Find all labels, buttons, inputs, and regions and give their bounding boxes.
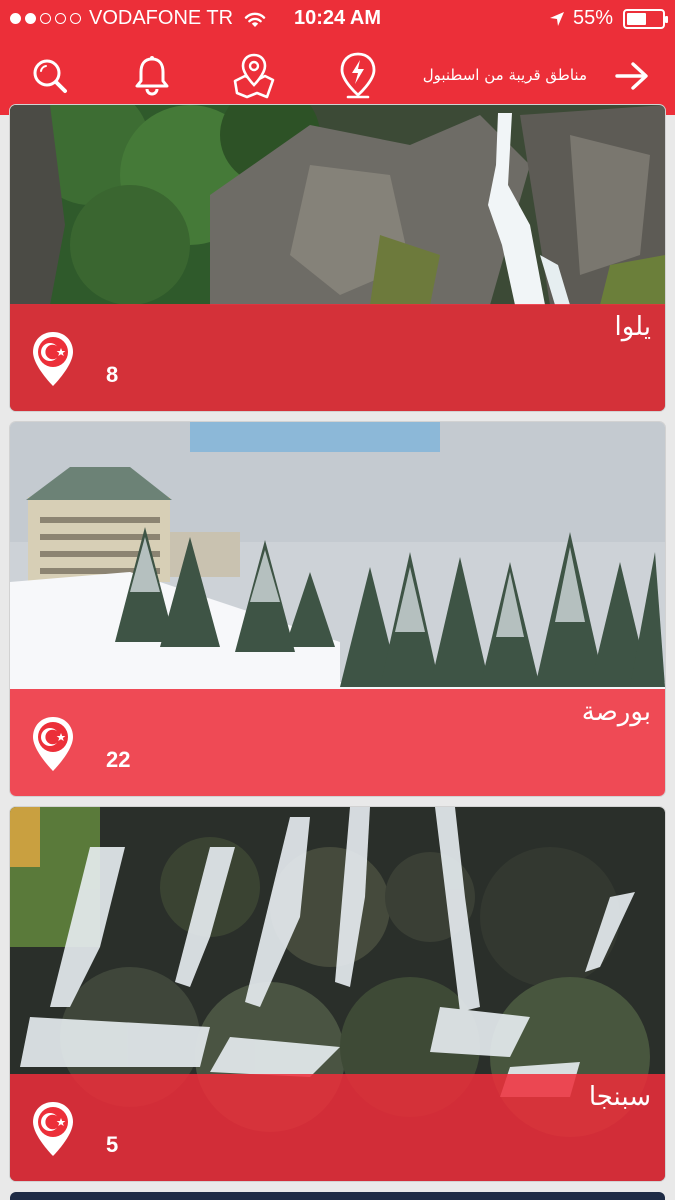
top-bar: VODAFONE TR 10:24 AM 55% مناطق قريبة من … [0, 0, 675, 115]
notifications-button[interactable] [124, 48, 180, 104]
next-place-card-peek[interactable] [10, 1192, 665, 1200]
place-card[interactable]: سبنجا 5 [10, 807, 665, 1181]
nearby-button[interactable] [330, 48, 386, 104]
place-name: سبنجا [588, 1082, 651, 1112]
place-name: يلوا [614, 312, 652, 342]
arrow-right-icon [615, 62, 648, 90]
place-info-band: يلوا 8 [10, 304, 665, 411]
status-right: 55% [549, 7, 668, 30]
turkey-pin-icon [33, 1102, 73, 1156]
place-count: 5 [106, 1132, 119, 1157]
location-arrow-icon [549, 11, 564, 26]
search-icon [33, 59, 67, 93]
status-bar: VODAFONE TR 10:24 AM 55% [0, 0, 675, 38]
back-button[interactable] [604, 48, 660, 104]
map-pin-icon [233, 53, 275, 99]
places-list: يلوا 8 بورصة 22 سبنجا 5 [0, 105, 675, 1200]
battery-fill [627, 12, 646, 25]
place-count: 22 [106, 747, 131, 772]
search-button[interactable] [22, 48, 78, 104]
place-card[interactable]: بورصة 22 [10, 422, 665, 796]
battery-percent: 55% [572, 7, 613, 29]
place-name: بورصة [581, 697, 651, 727]
place-count: 8 [106, 362, 119, 387]
place-card[interactable]: يلوا 8 [10, 105, 665, 411]
turkey-pin-icon [33, 332, 73, 386]
map-button[interactable] [226, 48, 282, 104]
turkey-pin-icon [33, 717, 73, 771]
bolt-pin-icon [340, 52, 376, 99]
bell-icon [135, 56, 169, 96]
battery-icon [623, 8, 668, 29]
place-info-band: بورصة 22 [10, 689, 665, 796]
place-info-band: سبنجا 5 [10, 1074, 665, 1181]
nav-bar: مناطق قريبة من اسطنبول [0, 38, 675, 115]
page-title: مناطق قريبة من اسطنبول [422, 66, 587, 84]
